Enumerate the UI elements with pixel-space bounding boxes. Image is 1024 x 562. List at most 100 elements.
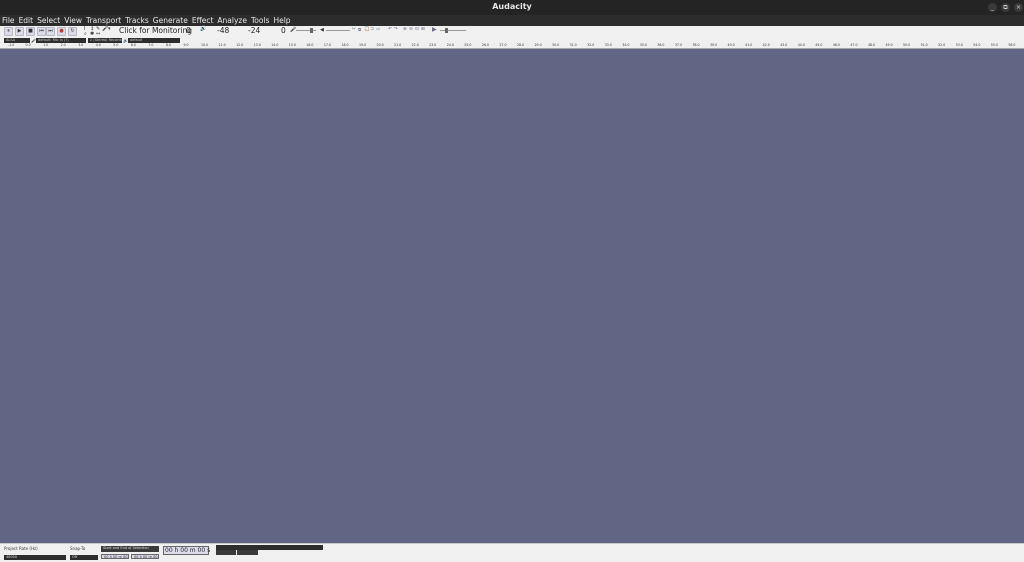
silence-icon[interactable]: ▭ — [376, 27, 380, 32]
meter-arrow-icon: ▾ — [108, 26, 111, 32]
zoom-out-icon[interactable]: ⊖ — [409, 27, 413, 32]
ruler-tick-label: 43.0 — [780, 43, 788, 47]
playback-meter-icon: 🔊 — [200, 26, 207, 32]
ruler-tick-label: 27.0 — [499, 43, 507, 47]
cut-icon[interactable]: ✂ — [352, 27, 356, 32]
ruler-tick-label: 10.0 — [201, 43, 209, 47]
ruler-tick-label: 4.0 — [95, 43, 101, 47]
ruler-tick-label: 6.0 — [130, 43, 136, 47]
record-volume-slider[interactable] — [296, 30, 316, 31]
audio-position-display[interactable]: 00 h 00 m 00 s — [163, 546, 210, 555]
zoom-in-icon[interactable]: ⊕ — [403, 27, 407, 32]
fit-project-icon[interactable]: ⊞ — [421, 27, 425, 32]
time-toolbar-segment-a — [216, 550, 236, 555]
meter-scale-0b: 0 — [281, 26, 286, 35]
snap-to-label: Snap-To — [70, 546, 86, 551]
ruler-tick-label: 25.0 — [464, 43, 472, 47]
ruler-tick-label: 7.0 — [148, 43, 154, 47]
menu-generate[interactable]: Generate — [153, 16, 188, 25]
ruler-tick-label: 35.0 — [639, 43, 647, 47]
ruler-tick-label: 54.0 — [973, 43, 981, 47]
menu-help[interactable]: Help — [273, 16, 290, 25]
ruler-tick-label: 51.0 — [920, 43, 928, 47]
menu-bar: File Edit Select View Transport Tracks G… — [0, 15, 1024, 26]
window-title: Audacity — [492, 2, 532, 11]
time-toolbar-segment-b — [237, 550, 258, 555]
record-button[interactable]: ● — [57, 27, 66, 36]
selection-mode-select[interactable]: Start and End of Selection — [101, 546, 159, 552]
play-speed-slider[interactable] — [440, 30, 466, 31]
ruler-tick-label: 39.0 — [710, 43, 718, 47]
play-button[interactable]: ▶ — [15, 27, 24, 36]
menu-tracks[interactable]: Tracks — [125, 16, 149, 25]
ruler-tick-label: 42.0 — [762, 43, 770, 47]
ruler-tick-label: 17.0 — [323, 43, 331, 47]
ruler-tick-label: 30.0 — [552, 43, 560, 47]
menu-analyze[interactable]: Analyze — [217, 16, 247, 25]
ruler-tick-label: 48.0 — [867, 43, 876, 47]
play-speed-thumb[interactable] — [445, 28, 448, 33]
trim-icon[interactable]: ⊐ — [370, 27, 374, 32]
ruler-tick-label: 34.0 — [622, 43, 630, 47]
paste-icon[interactable]: 📋 — [364, 27, 370, 32]
ruler-tick-label: 8.0 — [165, 43, 172, 47]
ruler-tick-label: 53.0 — [955, 43, 963, 47]
ruler-tick-label: 40.0 — [727, 43, 735, 47]
ruler-tick-label: 15.0 — [288, 43, 296, 47]
copy-icon[interactable]: ⧉ — [358, 27, 361, 33]
menu-tools[interactable]: Tools — [251, 16, 269, 25]
fit-selection-icon[interactable]: ⊡ — [415, 27, 419, 32]
record-volume-thumb[interactable] — [310, 28, 313, 33]
ruler-tick-label: 49.0 — [885, 43, 893, 47]
meter-scale-minus24: -24 — [248, 26, 261, 35]
ruler-tick-label: 3.0 — [78, 43, 84, 47]
snap-to-select[interactable]: Off — [70, 555, 98, 560]
ruler-tick-label: 46.0 — [832, 43, 840, 47]
menu-select[interactable]: Select — [37, 16, 60, 25]
menu-transport[interactable]: Transport — [86, 16, 121, 25]
project-rate-label: Project Rate (Hz) — [4, 546, 38, 551]
ruler-tick-label: 31.0 — [569, 43, 577, 47]
ruler-tick-label: 18.0 — [341, 43, 349, 47]
loop-button[interactable]: ↻ — [68, 27, 77, 36]
ruler-tick-label: 5.0 — [113, 43, 119, 47]
menu-file[interactable]: File — [2, 16, 15, 25]
minimize-button[interactable]: _ — [988, 3, 997, 12]
skip-to-end-button[interactable]: ⏭ — [46, 27, 55, 36]
menu-view[interactable]: View — [64, 16, 82, 25]
zoom-tool-icon[interactable]: ⌕ — [84, 31, 87, 37]
close-button[interactable]: × — [1014, 3, 1023, 12]
pause-button[interactable]: ⏸ — [4, 27, 13, 36]
ruler-tick-label: 12.0 — [236, 43, 244, 47]
ruler-tick-label: 21.0 — [394, 43, 402, 47]
ruler-tick-label: 44.0 — [797, 43, 805, 47]
menu-effect[interactable]: Effect — [192, 16, 214, 25]
selection-end-time[interactable]: 00 h 00 m 00.000 s — [131, 554, 159, 559]
skip-to-start-button[interactable]: ⏮ — [37, 27, 46, 36]
menu-edit[interactable]: Edit — [19, 16, 34, 25]
redo-icon[interactable]: ↷ — [394, 27, 398, 32]
undo-icon[interactable]: ↶ — [388, 27, 392, 32]
ruler-tick-label: 28.0 — [516, 43, 525, 47]
ruler-tick-label: 56.0 — [1008, 43, 1016, 47]
ruler-tick-label: 50.0 — [903, 43, 911, 47]
meter-scale-minus48: -48 — [217, 26, 230, 35]
ruler-tick-label: 23.0 — [429, 43, 437, 47]
ruler-tick-label: 16.0 — [306, 43, 314, 47]
ruler-tick-label: 19.0 — [359, 43, 367, 47]
multi-tool-icon[interactable]: ✱ — [90, 31, 94, 37]
selection-start-time[interactable]: 00 h 00 m 00.000 s — [101, 554, 129, 559]
time-shift-tool-icon[interactable]: ↔ — [96, 31, 100, 37]
ruler-tick-label: 9.0 — [183, 43, 189, 47]
playback-volume-slider[interactable] — [326, 30, 350, 31]
ruler-tick-label: 38.0 — [692, 43, 700, 47]
ruler-tick-label: 29.0 — [534, 43, 542, 47]
stop-button[interactable]: ■ — [26, 27, 35, 36]
track-area[interactable] — [0, 49, 1024, 543]
monitoring-label[interactable]: Click for Monitoring — [119, 26, 192, 35]
maximize-button[interactable]: ⧉ — [1001, 3, 1010, 12]
ruler-tick-label: 20.0 — [376, 43, 384, 47]
selection-toolbar: Project Rate (Hz) 48000 Snap-To Off Star… — [0, 543, 1024, 562]
project-rate-select[interactable]: 48000 — [4, 555, 66, 560]
play-at-speed-icon[interactable]: ▶ — [432, 26, 437, 33]
